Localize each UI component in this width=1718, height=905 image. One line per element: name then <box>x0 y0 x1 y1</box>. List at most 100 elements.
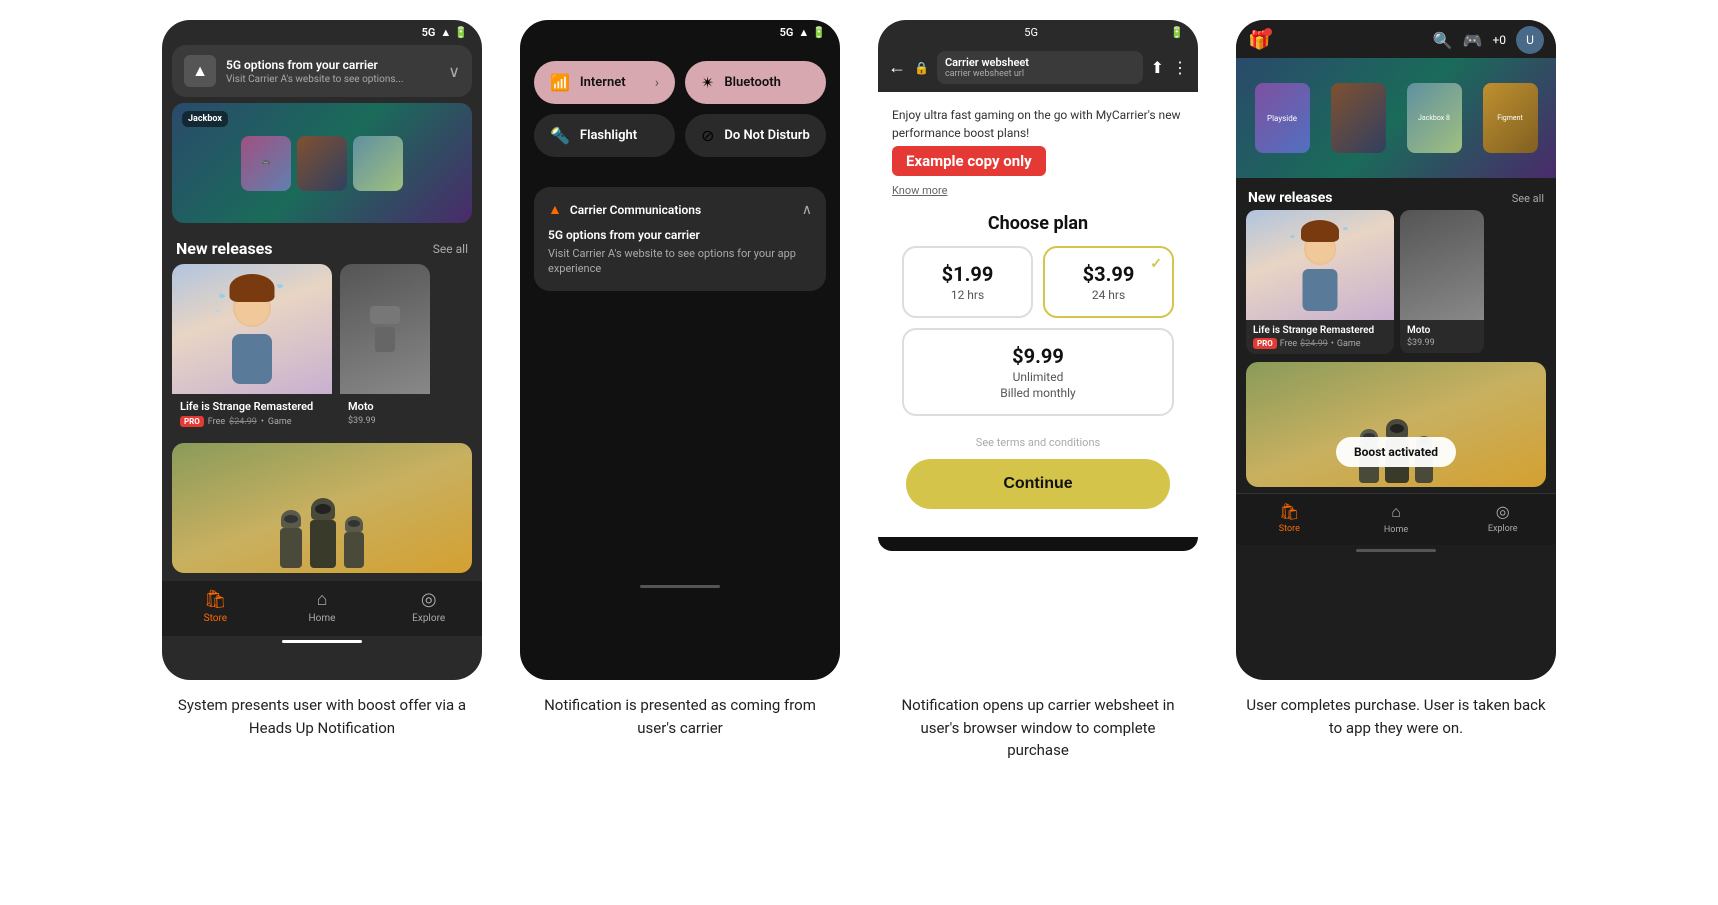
moto-card-meta: $39.99 <box>348 416 422 426</box>
boost-activated-badge: Boost activated <box>1336 437 1456 467</box>
wifi-icon: 📶 <box>550 73 570 92</box>
visor-1 <box>284 515 298 523</box>
signal-bars-1: ▲ <box>440 26 451 39</box>
s4-nav-explore[interactable]: ◎ Explore <box>1449 502 1556 535</box>
see-all-link-1[interactable]: See all <box>433 242 468 256</box>
s4-nav-store[interactable]: 🛍 Store <box>1236 502 1343 535</box>
moto-price: $39.99 <box>348 416 376 426</box>
moto-game-card[interactable]: Moto $39.99 <box>340 264 430 433</box>
s4-nav-home[interactable]: ⌂ Home <box>1343 502 1450 535</box>
status-bar-2: 5G ▲ 🔋 <box>520 20 840 41</box>
flashlight-icon: 🔦 <box>550 126 570 145</box>
browser-back-button[interactable]: ← <box>888 57 906 78</box>
plan-option-1-99[interactable]: $1.99 12 hrs <box>902 246 1033 318</box>
moto-card-image <box>340 264 430 394</box>
status-bar-1: 5G ▲ 🔋 <box>162 20 482 41</box>
caption-3: Notification opens up carrier websheet i… <box>888 694 1188 762</box>
moto-body <box>370 306 400 324</box>
more-options-icon[interactable]: ⋮ <box>1172 58 1188 77</box>
continue-button[interactable]: Continue <box>906 459 1170 509</box>
browser-page-title: Carrier websheet <box>945 56 1135 69</box>
battery-icon-3: 🔋 <box>1170 26 1184 39</box>
lis-card-image <box>172 264 332 394</box>
s4-lis-card[interactable]: Life is Strange Remastered PRO Free $24.… <box>1246 210 1394 354</box>
notif-chevron-icon[interactable]: ∨ <box>448 62 460 81</box>
browser-url-box[interactable]: Carrier websheet carrier websheet url <box>937 51 1143 84</box>
visor-3 <box>348 520 360 527</box>
hero-banner-1: Jackbox 🎮 <box>172 103 472 223</box>
choose-plan-title: Choose plan <box>892 213 1184 234</box>
screen4-col: 🎁 🔍 🎮 +0 U Playside Jackbox 8 <box>1226 20 1566 739</box>
price-free-1: Free <box>208 417 225 427</box>
controller-icon-4[interactable]: 🎮 <box>1463 31 1483 50</box>
carrier-chevron-up-icon[interactable]: ∧ <box>802 202 812 218</box>
share-icon[interactable]: ⬆ <box>1151 58 1164 77</box>
qs-dnd-tile[interactable]: ⊘ Do Not Disturb <box>685 114 826 157</box>
s4-home-label: Home <box>1384 525 1408 535</box>
qs-internet-tile[interactable]: 📶 Internet › <box>534 61 675 104</box>
s4-body <box>1303 269 1338 311</box>
s4-see-all-link[interactable]: See all <box>1512 192 1544 205</box>
nav-explore-label-1: Explore <box>412 613 445 624</box>
carrier-notif-title-block: ▲ Carrier Communications <box>548 201 701 218</box>
pro-badge-1: PRO <box>180 416 204 427</box>
nav-explore-1[interactable]: ◎ Explore <box>375 589 482 624</box>
lock-icon: 🔒 <box>914 61 929 75</box>
heads-up-notification[interactable]: ▲ 5G options from your carrier Visit Car… <box>172 45 472 97</box>
banner-game-1: 🎮 <box>241 136 291 191</box>
plan-option-3-99[interactable]: ✓ $3.99 24 hrs <box>1043 246 1174 318</box>
screen3-col: 5G 🔋 ← 🔒 Carrier websheet carrier webshe… <box>868 20 1208 762</box>
qs-flashlight-label: Flashlight <box>580 128 637 143</box>
notif-subtitle: Visit Carrier A's website to see options… <box>226 74 448 85</box>
s4-home-icon: ⌂ <box>1391 502 1401 522</box>
qs-row-2: 🔦 Flashlight ⊘ Do Not Disturb <box>534 114 826 157</box>
s4-visor-2 <box>1390 424 1404 433</box>
nav-home-1[interactable]: ⌂ Home <box>269 589 376 624</box>
soldiers-group <box>172 443 472 573</box>
search-icon-4[interactable]: 🔍 <box>1433 31 1453 50</box>
body <box>232 334 272 384</box>
qs-internet-arrow[interactable]: › <box>655 75 659 91</box>
websheet-content: Enjoy ultra fast gaming on the go with M… <box>878 92 1198 523</box>
plans-grid: $1.99 12 hrs ✓ $3.99 24 hrs $9.99 <box>892 246 1184 416</box>
s4-butterfly-1 <box>1290 235 1295 238</box>
s4-game-tag: Game <box>1337 339 1361 349</box>
s4-lis-artwork <box>1280 215 1360 315</box>
plan-note-3: Billed monthly <box>918 386 1158 400</box>
s4-big-game-card[interactable]: Boost activated <box>1246 362 1546 487</box>
carrier-notif-header: ▲ Carrier Communications ∧ <box>548 201 812 218</box>
qs-flashlight-tile[interactable]: 🔦 Flashlight <box>534 114 675 157</box>
s4-gift-badge[interactable]: 🎁 <box>1248 30 1270 51</box>
moto-artwork <box>355 289 415 369</box>
big-game-card-1[interactable] <box>172 443 472 573</box>
helmet-1 <box>281 510 301 528</box>
notif-title: 5G options from your carrier <box>226 58 448 72</box>
battery-icon-2: 🔋 <box>812 26 826 39</box>
store-icon-1: 🛍 <box>204 589 227 610</box>
nav-home-label-1: Home <box>309 613 336 624</box>
plan-option-9-99[interactable]: $9.99 Unlimited Billed monthly <box>902 328 1174 416</box>
s4-pro-badge: PRO <box>1253 338 1277 349</box>
moto-card-name: Moto <box>348 400 422 413</box>
know-more-link[interactable]: Know more <box>892 184 1184 197</box>
home-indicator-4 <box>1356 549 1436 552</box>
qs-bluetooth-tile[interactable]: ✴ Bluetooth <box>685 61 826 104</box>
promo-text-1: Enjoy ultra fast gaming on the go with M… <box>892 106 1184 142</box>
s4-lis-info: Life is Strange Remastered PRO Free $24.… <box>1246 320 1394 354</box>
phone-screen3: 5G 🔋 ← 🔒 Carrier websheet carrier webshe… <box>878 20 1198 680</box>
avatar-4[interactable]: U <box>1516 26 1544 54</box>
signal-icons-2: ▲ 🔋 <box>798 26 826 39</box>
s4-moto-card[interactable]: Moto $39.99 <box>1400 210 1484 354</box>
lis-game-card[interactable]: Life is Strange Remastered PRO Free $24.… <box>172 264 332 433</box>
butterfly-2 <box>277 284 283 288</box>
plan-row-1: $1.99 12 hrs ✓ $3.99 24 hrs <box>902 246 1174 318</box>
qs-bluetooth-label: Bluetooth <box>724 75 780 90</box>
plan-check-icon: ✓ <box>1150 256 1162 272</box>
new-releases-header: New releases See all <box>162 229 482 264</box>
nav-store-1[interactable]: 🛍 Store <box>162 589 269 624</box>
price-strike-1: $24.99 <box>229 417 257 427</box>
s4-butterfly-2 <box>1343 227 1348 230</box>
explore-icon-1: ◎ <box>421 589 437 610</box>
screen2-col: 5G ▲ 🔋 📶 Internet › ✴ Bluetooth <box>510 20 850 739</box>
friends-count-4: +0 <box>1492 33 1506 47</box>
